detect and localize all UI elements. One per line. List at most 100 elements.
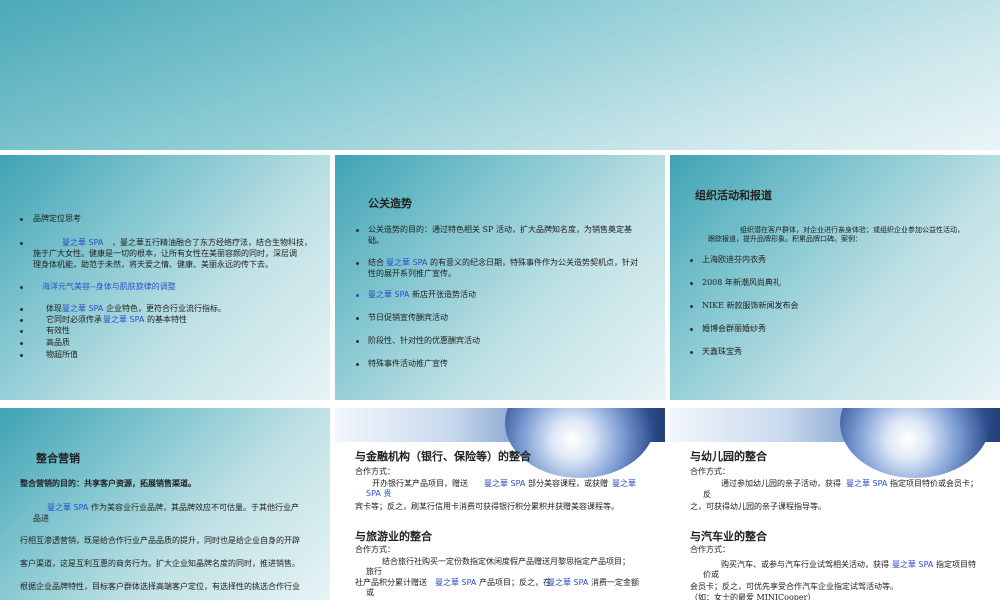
slide-finance-tourism: 与金融机构（银行、保险等）的整合 合作方式： 开办银行某产品项目，赠送 曼之華 …: [335, 408, 665, 600]
bullet: [690, 351, 693, 354]
bullet: [690, 282, 693, 285]
bullet: [20, 330, 23, 333]
case-item: NIKE 新款服饰新闻发布会: [702, 301, 799, 310]
slide-title: 整合营销: [36, 452, 80, 465]
bullet: [356, 262, 359, 265]
brand-highlight: 曼之華 SPA: [62, 238, 104, 247]
item-text: 节日促销宣传酬宾活动: [368, 313, 448, 322]
brand-highlight: 曼之華: [612, 479, 636, 488]
case-item: 婚博会群丽婚纱秀: [702, 324, 766, 333]
brand-highlight: 曼之華 SPA: [547, 578, 589, 587]
item-text: 新店开张造势活动: [412, 290, 476, 299]
slide-organize-activities: 组织活动和报道 组织潜在客户群体，对企业进行亲身体验；或组织企业参加公益性活动，…: [670, 155, 1000, 400]
bullet: [20, 308, 23, 311]
item-text: 体现: [46, 304, 62, 313]
slide-public-relations: 公关造势 公关造势的目的：通过特色相关 SP 活动，扩大品牌知名度，为销售奠定基…: [335, 155, 665, 400]
section-heading: 与幼儿园的整合: [690, 450, 767, 463]
case-item: 上海欧迪芬内衣秀: [702, 255, 766, 264]
bullet: [356, 317, 359, 320]
purpose-text: 整合营销的目的：共享客户资源，拓展销售渠道。: [20, 479, 196, 488]
body-text: 旅行: [366, 567, 382, 576]
brand-highlight: 曼之華 SPA: [368, 290, 410, 299]
bullet: [356, 340, 359, 343]
item-text: 公关造势的目的：通过特色相关 SP 活动，扩大品牌知名度，为销售奠定基: [368, 225, 632, 234]
item-text: 有效性: [46, 326, 70, 335]
body-text: 作为美容业行业品牌，其品牌效应不可估量。于其他行业产: [91, 503, 299, 512]
brand-highlight: 曼之華 SPA: [62, 304, 104, 313]
brand-highlight: SPA 贵: [366, 489, 392, 498]
case-item: 天鑫珠宝秀: [702, 347, 742, 356]
item-text: 特殊事件活动推广宣传: [368, 359, 448, 368]
brand-highlight: 曼之華 SPA: [435, 578, 477, 587]
bullet: [356, 294, 359, 297]
coop-label: 合作方式：: [355, 545, 395, 554]
body-text: 客户渠道，这是互利互惠的商务行为。扩大企业知晶牌名度的同时，推进销售。: [20, 559, 300, 568]
body-text: 反: [703, 490, 711, 499]
slide-integrated-marketing: 整合营销 整合营销的目的：共享客户资源，拓展销售渠道。 曼之華 SPA 作为美容…: [0, 408, 330, 600]
item-text: 物超所值: [46, 350, 78, 359]
bullet: [20, 319, 23, 322]
bullet: [20, 342, 23, 345]
body-text: 或: [366, 588, 374, 597]
body-text: 品进: [33, 514, 49, 523]
body-text: 根据企业品牌特性，目标客户群体选择高端客户定位，有选择性的挑选合作行业: [20, 582, 300, 591]
coop-label: 合作方式：: [690, 545, 730, 554]
item-text: 结合: [368, 258, 384, 267]
bullet: [356, 363, 359, 366]
item-text: 性的展开系列推广宣传。: [368, 269, 456, 278]
body-text: 购买汽车、或参与汽车行业试驾相关活动，获得: [721, 560, 889, 569]
body-text: 指定项目特: [936, 560, 976, 569]
brand-highlight: 曼之華 SPA: [47, 503, 89, 512]
coop-label: 合作方式：: [690, 467, 730, 476]
body-text: 结合旅行社购买一定份数指定休闲度假产品赠送月黎思指定产品项目；: [382, 557, 630, 566]
item-text: ，曼之華五行精油融合了东方经络疗法，结合生物科技，: [112, 238, 312, 247]
item-text: 它同时必须传承: [46, 315, 102, 324]
bullet: [690, 305, 693, 308]
case-item: 2008 年新潮风尚典礼: [702, 278, 781, 287]
body-text: 会员卡；反之，可优先享受合作汽车企业指定试驾活动等。: [690, 582, 898, 591]
item-text: 阶段性、针对性的优惠酬宾活动: [368, 336, 480, 345]
brand-highlight: 曼之華 SPA: [103, 315, 145, 324]
bullet: [690, 259, 693, 262]
brand-highlight: 曼之華 SPA: [892, 560, 934, 569]
globe-graphic: [505, 408, 655, 478]
body-text: 产品项目；反之，在: [479, 578, 551, 587]
body-text: 宾卡等；反之，刷某行信用卡消费可获得银行积分累积并获赠美容课程等。: [355, 502, 619, 511]
section-heading: 与金融机构（银行、保险等）的整合: [355, 450, 531, 463]
body-text: 消费一定金额: [591, 578, 639, 587]
slide-title: 组织活动和报道: [695, 189, 772, 202]
bullet: [356, 229, 359, 232]
item-text: 的基本特性: [147, 315, 187, 324]
slide-kindergarten-auto: 与幼儿园的整合 合作方式： 通过参加幼儿园的亲子活动，获得 曼之華 SPA 指定…: [670, 408, 1000, 600]
item-text: 的有意义的纪念日期，特殊事件作为公关造势契机点，针对: [430, 258, 638, 267]
brand-highlight: 曼之華 SPA: [846, 479, 888, 488]
item-text: 高品质: [46, 338, 70, 347]
bullet: [20, 242, 23, 245]
body-text: 价或: [703, 570, 719, 579]
top-slide-strip: [0, 0, 1000, 150]
bullet: [690, 328, 693, 331]
intro-text: 跟踪报道，提升品牌形象。积累品牌口碑。案例：: [708, 235, 862, 243]
body-text: 行相互渗透营销，既是给合作行业产品品质的提升，同时也是给企业自身的开辟: [20, 536, 300, 545]
bullet: [20, 286, 23, 289]
subheading-highlight: 海洋元气美容--身体与肌肤旋律的调整: [42, 282, 176, 291]
item-text: 品牌定位思考: [33, 214, 81, 223]
coop-label: 合作方式：: [355, 467, 395, 476]
slide-title: 公关造势: [368, 197, 412, 210]
body-text: 之，可获得幼儿园的亲子课程指导等。: [690, 502, 826, 511]
item-text: 理身体机能，助范于未然，将天爱之情、健康、美丽永远的传下去。: [33, 260, 273, 269]
section-heading: 与旅游业的整合: [355, 530, 432, 543]
body-text: 部分美容课程，或获赠: [528, 479, 608, 488]
slide-brand-positioning: 品牌定位思考 曼之華 SPA ，曼之華五行精油融合了东方经络疗法，结合生物科技，…: [0, 155, 330, 400]
bullet: [20, 218, 23, 221]
item-text: 企业特色，更符合行业流行指标。: [106, 304, 226, 313]
body-text: 通过参加幼儿园的亲子活动，获得: [721, 479, 841, 488]
body-text: （如：女士的最爱 MINICooper）: [690, 593, 816, 600]
item-text: 施于广大女性。健康是一切的根本，让所有女性在美丽容颜的同时，深层调: [33, 249, 297, 258]
section-heading: 与汽车业的整合: [690, 530, 767, 543]
body-text: 指定项目特价或会员卡；: [890, 479, 978, 488]
globe-graphic: [840, 408, 990, 478]
bullet: [20, 354, 23, 357]
brand-highlight: 曼之華 SPA: [484, 479, 526, 488]
brand-highlight: 曼之華 SPA: [386, 258, 428, 267]
